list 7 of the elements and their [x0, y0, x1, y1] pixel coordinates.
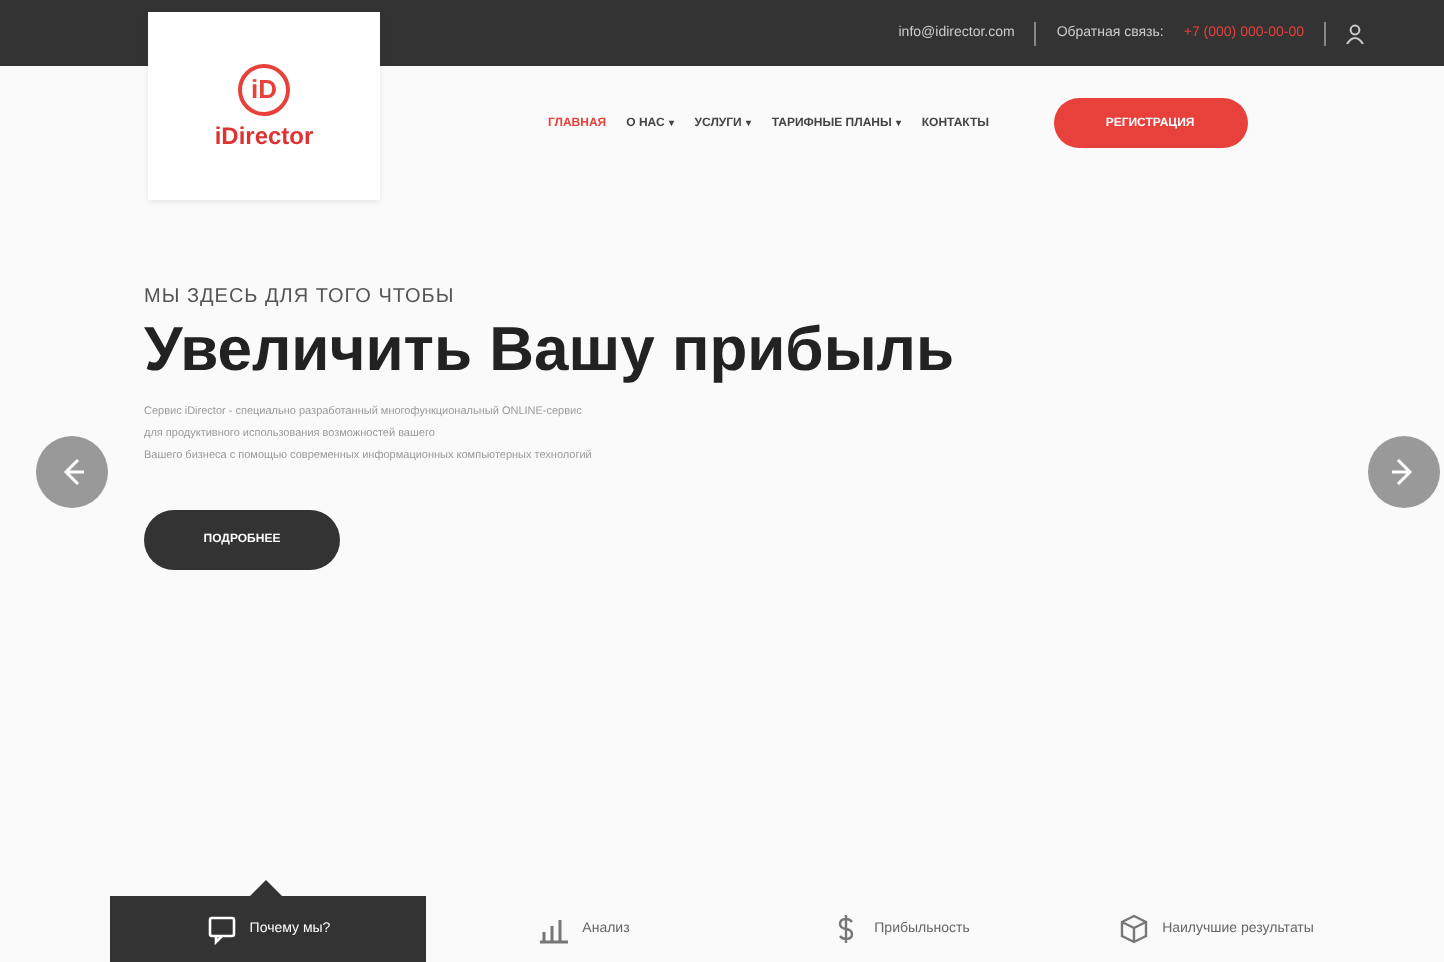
box-icon: [1118, 912, 1151, 946]
hero-title: Увеличить Вашу прибыль: [144, 314, 957, 386]
hero-kicker: МЫ ЗДЕСЬ ДЛЯ ТОГО ЧТОБЫ: [144, 286, 457, 308]
chat-icon: [205, 912, 238, 946]
user-icon[interactable]: [1346, 23, 1364, 43]
tab-pointer: [250, 880, 282, 896]
logo[interactable]: iD iDirector: [148, 12, 380, 200]
